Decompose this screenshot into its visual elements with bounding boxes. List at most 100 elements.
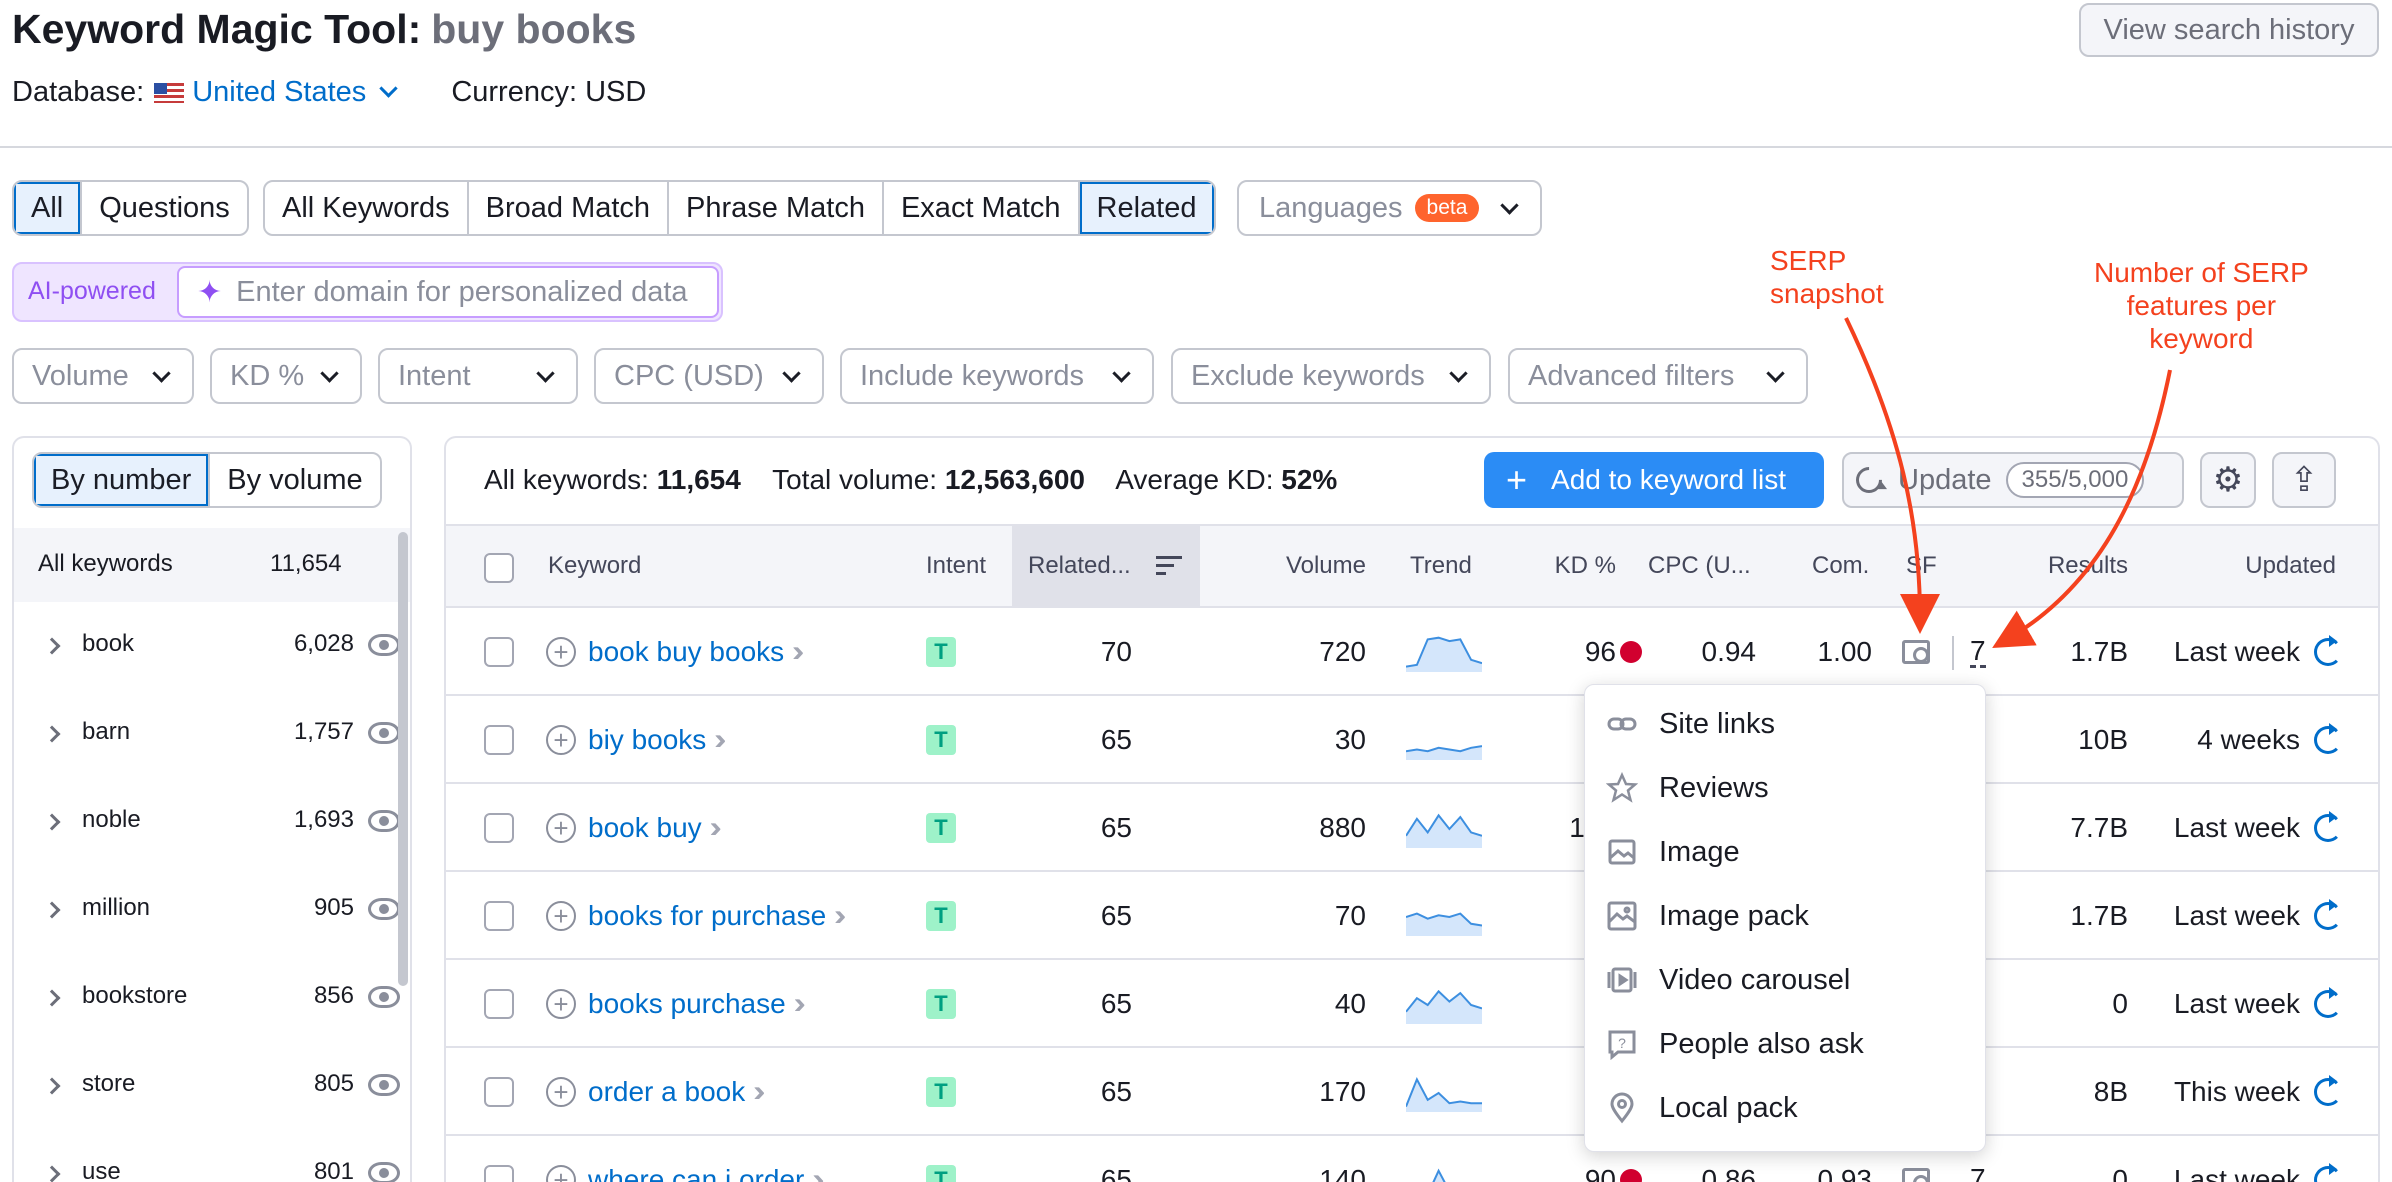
tab-by-number[interactable]: By number [34, 454, 211, 506]
menu-item-local-pack[interactable]: Local pack [1605, 1091, 1798, 1125]
groups-scrollbar[interactable] [398, 532, 408, 986]
tab-all[interactable]: All [14, 182, 83, 234]
add-keyword-icon[interactable]: + [546, 725, 576, 755]
languages-dropdown[interactable]: Languages beta [1237, 180, 1542, 236]
chevron-right-icon[interactable] [43, 813, 61, 831]
row-checkbox[interactable] [484, 725, 514, 755]
menu-item-site-links[interactable]: Site links [1605, 707, 1775, 741]
eye-icon[interactable] [368, 1074, 400, 1096]
sf-count[interactable]: 7 [1970, 635, 1986, 669]
add-keyword-icon[interactable]: + [546, 1077, 576, 1107]
filter-kd[interactable]: KD % [210, 348, 362, 404]
double-chevron-icon[interactable]: ›› [834, 899, 846, 933]
double-chevron-icon[interactable]: ›› [753, 1075, 765, 1109]
col-keyword[interactable]: Keyword [548, 552, 641, 580]
group-row-barn[interactable]: barn 1,757 [14, 692, 400, 780]
chevron-right-icon[interactable] [43, 637, 61, 655]
row-checkbox[interactable] [484, 1077, 514, 1107]
keyword-link[interactable]: biy books [588, 724, 706, 756]
filter-cpc[interactable]: CPC (USD) [594, 348, 824, 404]
menu-item-video-carousel[interactable]: Video carousel [1605, 963, 1850, 997]
group-row-use[interactable]: use 801 [14, 1132, 400, 1182]
tab-broad-match[interactable]: Broad Match [469, 182, 670, 234]
col-sf[interactable]: SF [1906, 552, 1937, 580]
filter-include-keywords[interactable]: Include keywords [840, 348, 1154, 404]
add-to-keyword-list-button[interactable]: + Add to keyword list [1484, 452, 1824, 508]
chevron-right-icon[interactable] [43, 901, 61, 919]
refresh-icon[interactable] [2314, 811, 2342, 842]
double-chevron-icon[interactable]: ›› [714, 723, 726, 757]
filter-exclude-keywords[interactable]: Exclude keywords [1171, 348, 1491, 404]
refresh-icon[interactable] [2314, 987, 2342, 1018]
filter-volume[interactable]: Volume [12, 348, 194, 404]
keyword-link[interactable]: book buy [588, 812, 702, 844]
refresh-icon[interactable] [2314, 1075, 2342, 1106]
filter-advanced[interactable]: Advanced filters [1508, 348, 1808, 404]
update-button[interactable]: Update 355/5,000 [1842, 452, 2184, 508]
double-chevron-icon[interactable]: ›› [792, 635, 804, 669]
keyword-link[interactable]: books for purchase [588, 900, 826, 932]
row-checkbox[interactable] [484, 1165, 514, 1182]
serp-snapshot-icon[interactable] [1902, 1168, 1930, 1182]
group-row-store[interactable]: store 805 [14, 1044, 400, 1132]
menu-item-image-pack[interactable]: Image pack [1605, 899, 1809, 933]
refresh-icon[interactable] [2314, 635, 2342, 666]
col-kd[interactable]: KD % [1520, 552, 1616, 580]
refresh-icon[interactable] [2314, 1163, 2342, 1182]
chevron-right-icon[interactable] [43, 1077, 61, 1095]
sort-descending-icon[interactable] [1156, 556, 1182, 576]
view-search-history-button[interactable]: View search history [2079, 3, 2379, 57]
group-row-book[interactable]: book 6,028 [14, 604, 400, 692]
group-row-million[interactable]: million 905 [14, 868, 400, 956]
menu-item-people-also-ask[interactable]: ? People also ask [1605, 1027, 1864, 1061]
chevron-right-icon[interactable] [43, 725, 61, 743]
row-checkbox[interactable] [484, 989, 514, 1019]
double-chevron-icon[interactable]: ›› [812, 1163, 824, 1182]
menu-item-reviews[interactable]: Reviews [1605, 771, 1769, 805]
tab-questions[interactable]: Questions [82, 182, 247, 234]
export-button[interactable]: ⇪ [2272, 452, 2336, 508]
col-related[interactable]: Related... [1028, 552, 1131, 580]
keyword-link[interactable]: book buy books [588, 636, 784, 668]
col-results[interactable]: Results [2020, 552, 2128, 580]
eye-icon[interactable] [368, 810, 400, 832]
settings-button[interactable]: ⚙ [2200, 452, 2256, 508]
col-com[interactable]: Com. [1812, 552, 1869, 580]
tab-exact-match[interactable]: Exact Match [884, 182, 1080, 234]
select-all-checkbox[interactable] [484, 553, 514, 583]
eye-icon[interactable] [368, 634, 400, 656]
eye-icon[interactable] [368, 1162, 400, 1182]
tab-all-keywords[interactable]: All Keywords [265, 182, 469, 234]
filter-intent[interactable]: Intent [378, 348, 578, 404]
row-checkbox[interactable] [484, 813, 514, 843]
keyword-link[interactable]: where can i order [588, 1164, 804, 1182]
keyword-link[interactable]: order a book [588, 1076, 745, 1108]
col-intent[interactable]: Intent [926, 552, 986, 580]
refresh-icon[interactable] [2314, 723, 2342, 754]
group-row-noble[interactable]: noble 1,693 [14, 780, 400, 868]
refresh-icon[interactable] [2314, 899, 2342, 930]
add-keyword-icon[interactable]: + [546, 637, 576, 667]
double-chevron-icon[interactable]: ›› [794, 987, 806, 1021]
col-cpc[interactable]: CPC (U... [1648, 552, 1751, 580]
eye-icon[interactable] [368, 986, 400, 1008]
serp-snapshot-icon[interactable] [1902, 640, 1930, 664]
col-updated[interactable]: Updated [2180, 552, 2336, 580]
eye-icon[interactable] [368, 898, 400, 920]
tab-by-volume[interactable]: By volume [210, 454, 379, 506]
add-keyword-icon[interactable]: + [546, 813, 576, 843]
row-checkbox[interactable] [484, 901, 514, 931]
add-keyword-icon[interactable]: + [546, 1165, 576, 1182]
row-checkbox[interactable] [484, 637, 514, 667]
col-volume[interactable]: Volume [1230, 552, 1366, 580]
add-keyword-icon[interactable]: + [546, 901, 576, 931]
add-keyword-icon[interactable]: + [546, 989, 576, 1019]
tab-related[interactable]: Related [1079, 182, 1214, 234]
tab-phrase-match[interactable]: Phrase Match [669, 182, 884, 234]
eye-icon[interactable] [368, 722, 400, 744]
domain-input[interactable]: ✦ Enter domain for personalized data [177, 266, 719, 318]
group-row-bookstore[interactable]: bookstore 856 [14, 956, 400, 1044]
double-chevron-icon[interactable]: ›› [710, 811, 722, 845]
sf-count[interactable]: 7 [1970, 1163, 1986, 1182]
chevron-right-icon[interactable] [43, 989, 61, 1007]
